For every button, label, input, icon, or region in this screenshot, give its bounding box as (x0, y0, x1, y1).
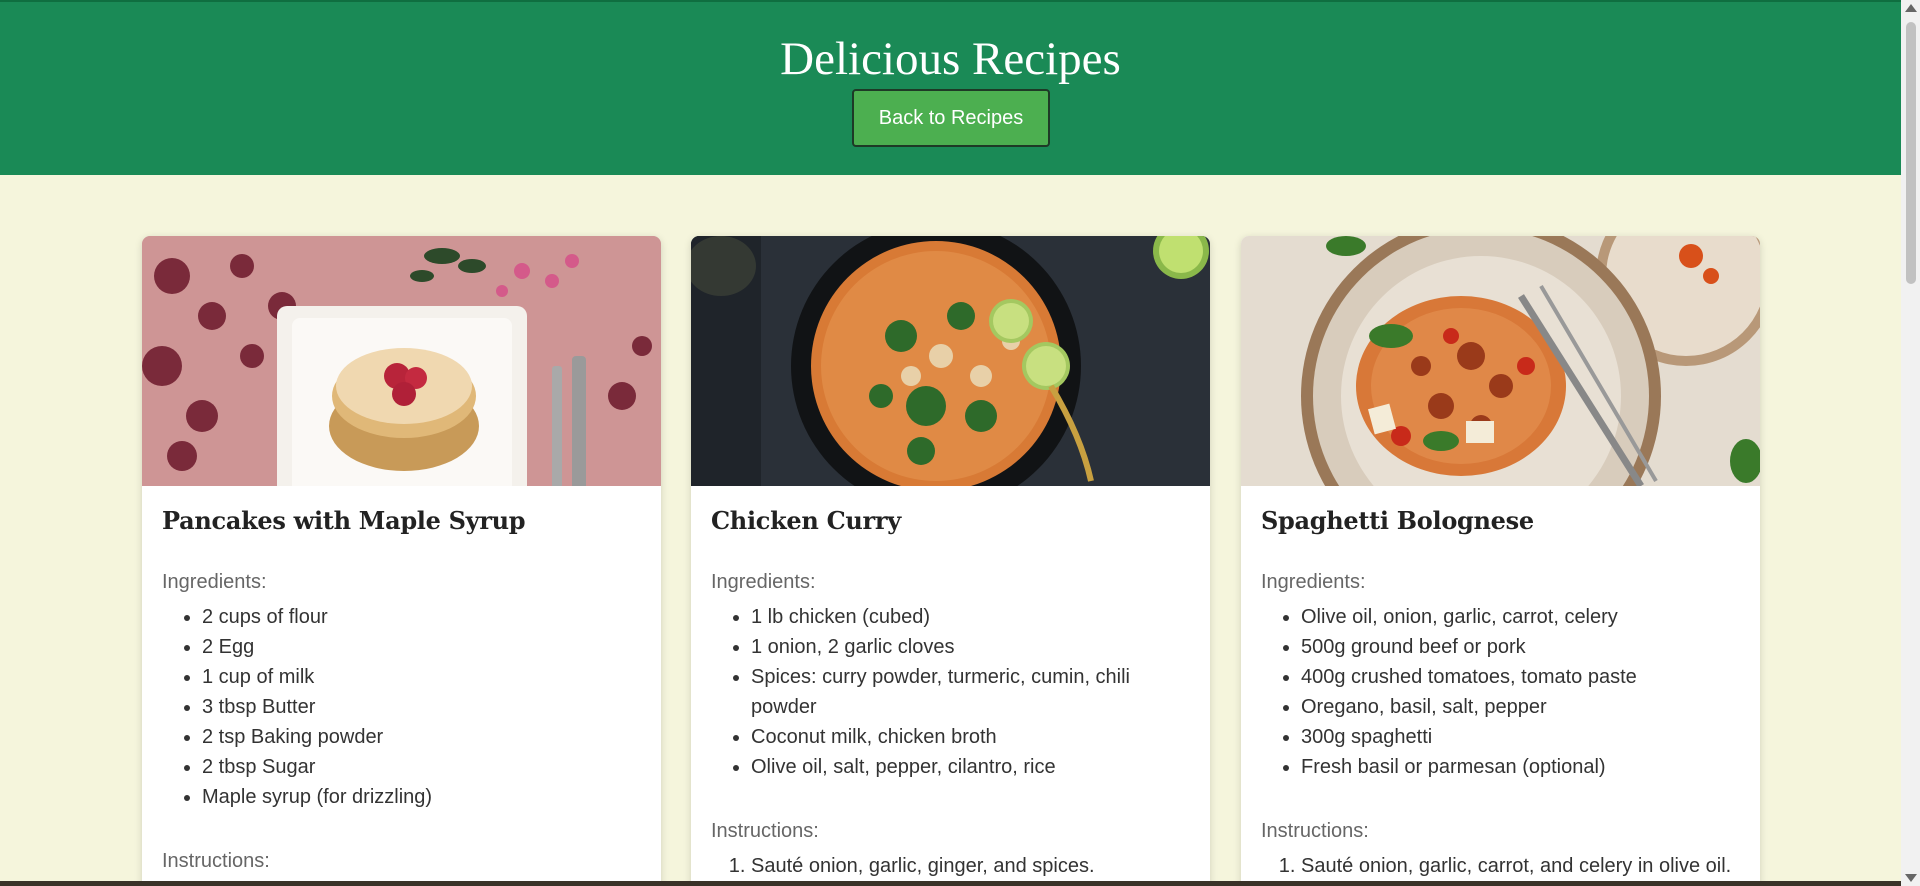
ingredient-item: Spices: curry powder, turmeric, cumin, c… (751, 662, 1190, 722)
recipe-card: Chicken Curry Ingredients: 1 lb chicken … (691, 236, 1210, 886)
ingredient-item: 1 onion, 2 garlic cloves (751, 632, 1190, 662)
ingredient-item: Olive oil, onion, garlic, carrot, celery (1301, 602, 1740, 632)
ingredient-item: Maple syrup (for drizzling) (202, 782, 641, 812)
ingredient-item: 2 tbsp Sugar (202, 752, 641, 782)
ingredients-label: Ingredients: (1261, 571, 1366, 593)
ingredient-item: 1 cup of milk (202, 662, 641, 692)
site-header: Delicious Recipes Back to Recipes (0, 0, 1901, 175)
instruction-item: Sauté onion, garlic, carrot, and celery … (1301, 851, 1740, 881)
ingredients-label: Ingredients: (162, 571, 267, 593)
scrollbar-thumb[interactable] (1906, 22, 1916, 284)
instruction-item: Sauté onion, garlic, ginger, and spices. (751, 851, 1190, 881)
ingredient-item: 400g crushed tomatoes, tomato paste (1301, 662, 1740, 692)
ingredient-item: 2 tsp Baking powder (202, 722, 641, 752)
ingredient-item: Coconut milk, chicken broth (751, 722, 1190, 752)
ingredients-list: 1 lb chicken (cubed) 1 onion, 2 garlic c… (711, 602, 1190, 782)
ingredients-list: Olive oil, onion, garlic, carrot, celery… (1261, 602, 1740, 782)
scroll-down-arrow-icon[interactable] (1905, 874, 1917, 882)
ingredient-item: 2 Egg (202, 632, 641, 662)
vertical-scrollbar[interactable] (1901, 0, 1920, 886)
ingredient-item: Fresh basil or parmesan (optional) (1301, 752, 1740, 782)
back-to-recipes-button[interactable]: Back to Recipes (852, 89, 1050, 147)
ingredient-item: 500g ground beef or pork (1301, 632, 1740, 662)
ingredient-item: Oregano, basil, salt, pepper (1301, 692, 1740, 722)
spaghetti-photo (1241, 236, 1760, 486)
recipe-card: Pancakes with Maple Syrup Ingredients: 2… (142, 236, 661, 886)
pancakes-photo (142, 236, 661, 486)
instructions-label: Instructions: (1261, 820, 1369, 842)
recipe-title: Chicken Curry (711, 506, 901, 535)
instructions-list: Sauté onion, garlic, carrot, and celery … (1261, 851, 1740, 881)
taskbar-edge (0, 881, 1901, 886)
instructions-list: Sauté onion, garlic, ginger, and spices. (711, 851, 1190, 881)
ingredients-label: Ingredients: (711, 571, 816, 593)
recipe-title: Spaghetti Bolognese (1261, 506, 1534, 535)
ingredient-item: 300g spaghetti (1301, 722, 1740, 752)
ingredient-item: 1 lb chicken (cubed) (751, 602, 1190, 632)
instructions-label: Instructions: (711, 820, 819, 842)
site-title: Delicious Recipes (780, 33, 1121, 85)
instructions-label: Instructions: (162, 850, 270, 872)
ingredient-item: 2 cups of flour (202, 602, 641, 632)
recipe-card: Spaghetti Bolognese Ingredients: Olive o… (1241, 236, 1760, 886)
curry-photo (691, 236, 1210, 486)
ingredient-item: 3 tbsp Butter (202, 692, 641, 722)
ingredient-item: Olive oil, salt, pepper, cilantro, rice (751, 752, 1190, 782)
recipe-title: Pancakes with Maple Syrup (162, 506, 526, 535)
ingredients-list: 2 cups of flour 2 Egg 1 cup of milk 3 tb… (162, 602, 641, 812)
scroll-up-arrow-icon[interactable] (1905, 4, 1917, 12)
